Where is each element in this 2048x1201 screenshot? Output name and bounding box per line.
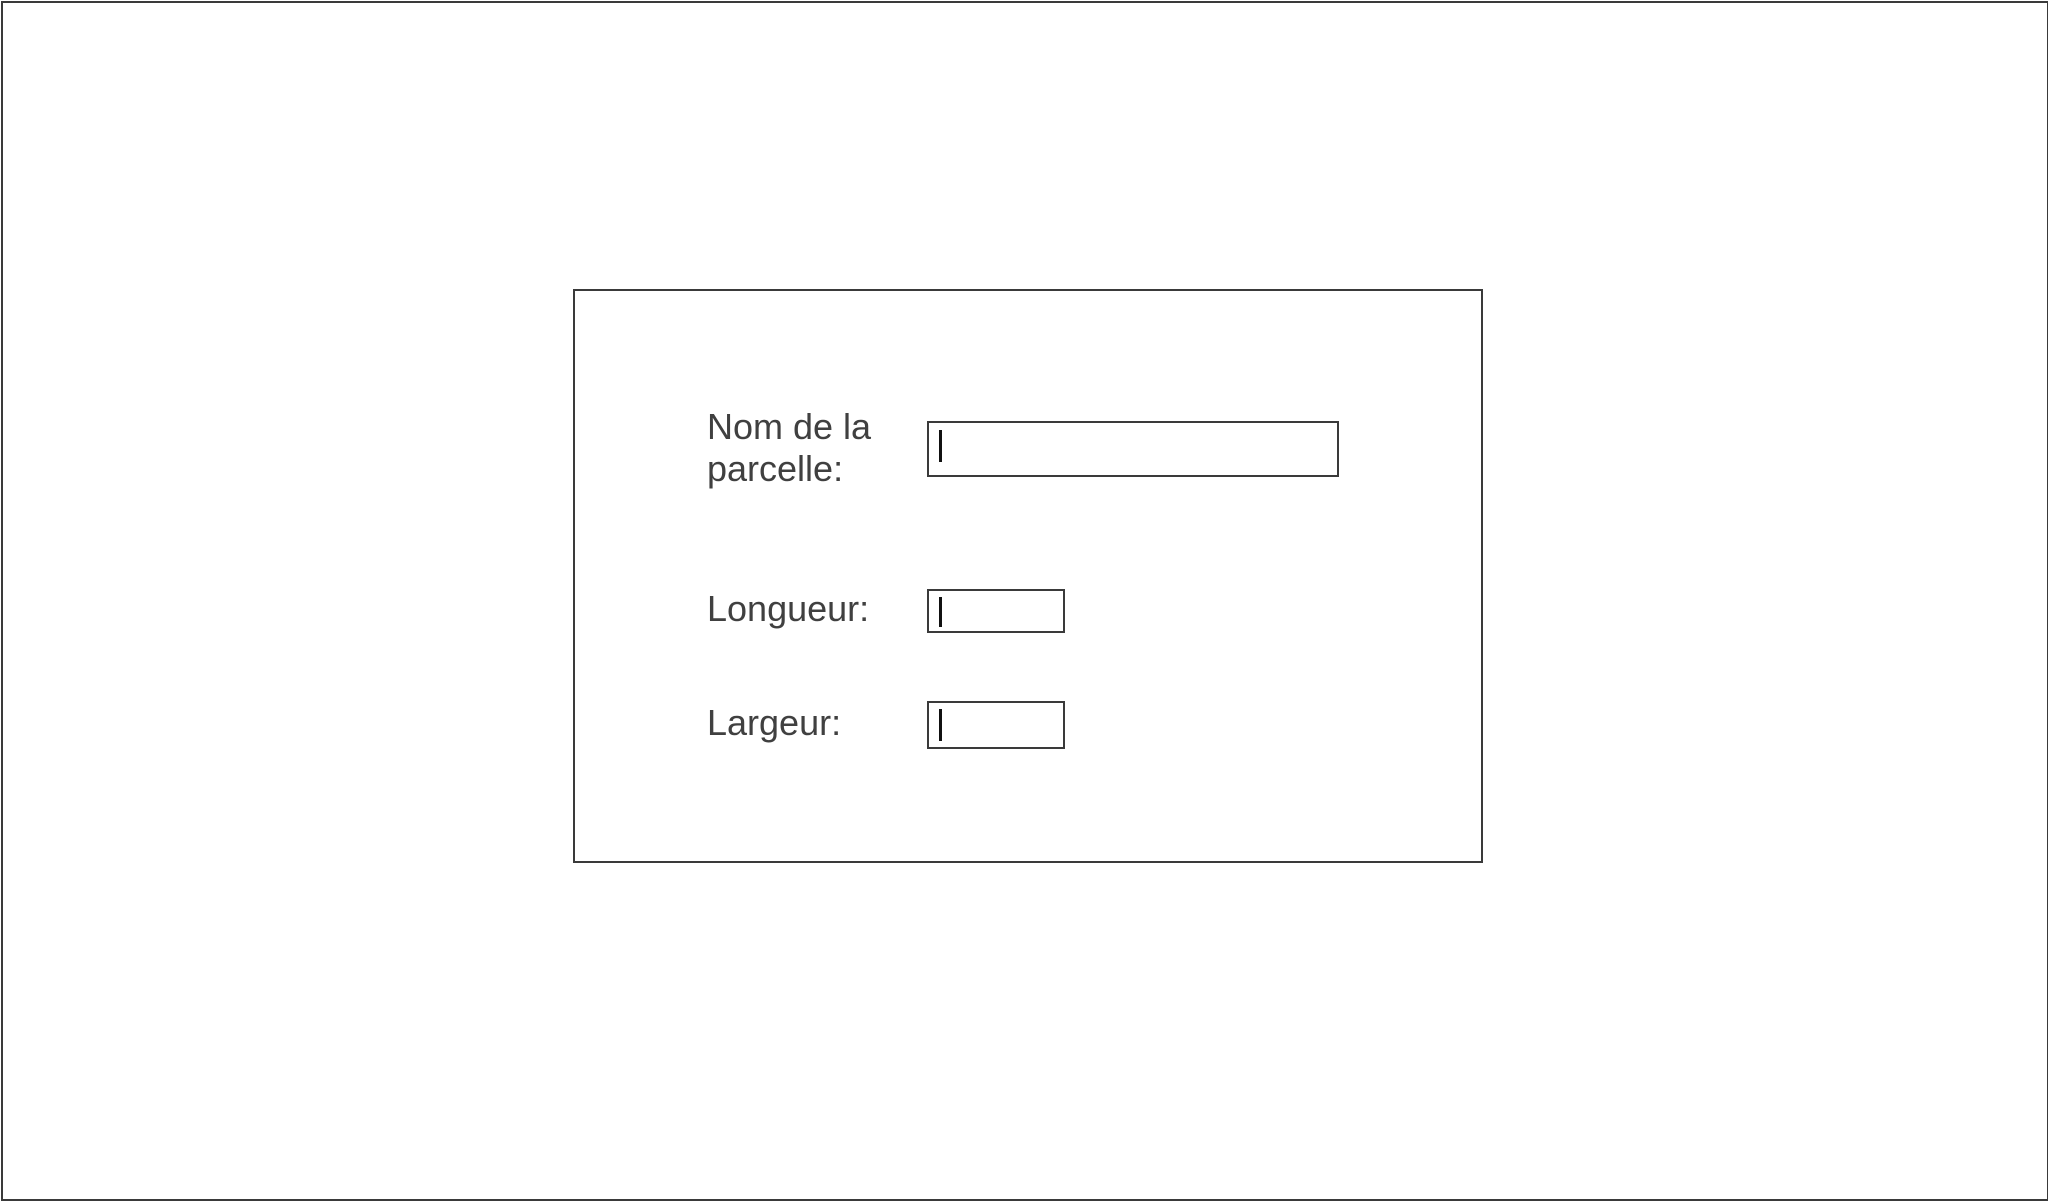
text-cursor [939, 597, 942, 627]
text-cursor [939, 430, 942, 462]
parcel-name-input[interactable] [927, 421, 1339, 477]
parcel-name-label: Nom de la parcelle: [707, 406, 872, 489]
length-label: Longueur: [707, 588, 870, 629]
parcel-form-panel: Nom de la parcelle: Longueur: Largeur: [573, 289, 1483, 863]
width-input[interactable] [927, 701, 1065, 749]
text-cursor [939, 709, 942, 741]
width-label: Largeur: [707, 702, 842, 743]
length-input[interactable] [927, 589, 1065, 633]
screen-frame: Nom de la parcelle: Longueur: Largeur: [1, 1, 2048, 1201]
